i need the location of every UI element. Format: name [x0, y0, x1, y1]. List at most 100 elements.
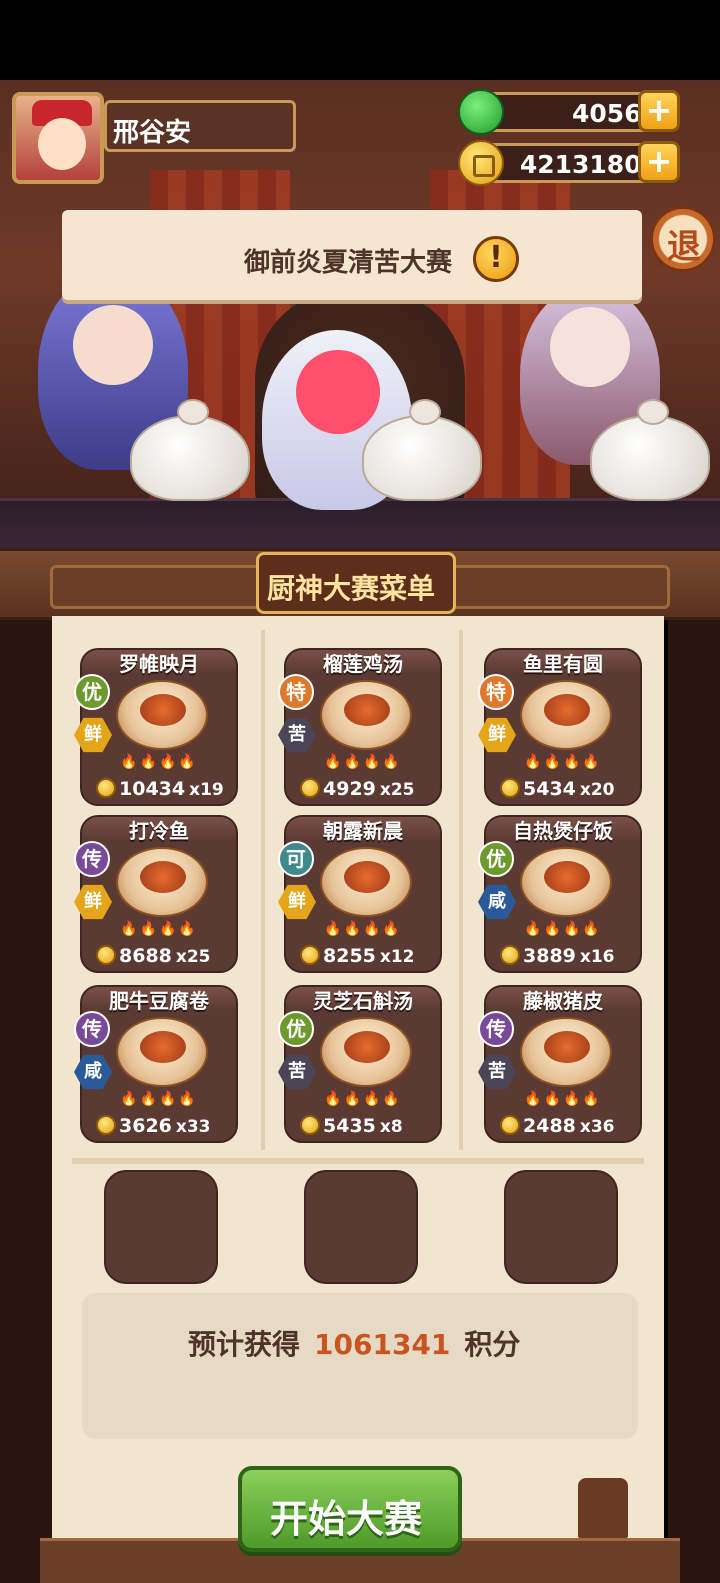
dish-quantity: x12	[379, 947, 415, 967]
coin-icon	[300, 778, 320, 798]
dish-card[interactable]: 自热煲仔饭 🔥🔥🔥🔥 优咸 3889 x16	[478, 815, 642, 973]
grade-badge: 优	[478, 841, 514, 877]
dish-quantity: x16	[579, 947, 615, 967]
character-head	[73, 305, 153, 385]
heat-icons: 🔥🔥🔥🔥	[524, 921, 602, 937]
player-name-box: 邢谷安	[104, 100, 296, 152]
grade-badge: 特	[278, 674, 314, 710]
dish-image	[520, 680, 612, 750]
coin-icon	[300, 1115, 320, 1135]
column-divider	[459, 630, 463, 1150]
dish-quantity: x20	[579, 780, 615, 800]
dish-price: 5435	[323, 1115, 376, 1137]
dish-image	[116, 1017, 208, 1087]
taste-badge: 苦	[278, 1054, 316, 1090]
heat-icons: 🔥🔥🔥🔥	[324, 1091, 402, 1107]
dish-name: 肥牛豆腐卷	[109, 989, 209, 1013]
grade-badge: 传	[74, 841, 110, 877]
dish-quantity: x8	[379, 1117, 403, 1137]
estimate-line: 预计获得 1061341 积分	[188, 1323, 520, 1363]
dish-card[interactable]: 肥牛豆腐卷 🔥🔥🔥🔥 传咸 3626 x33	[74, 985, 238, 1143]
start-contest-label: 开始大赛	[270, 1497, 423, 1541]
dish-quantity: x33	[175, 1117, 211, 1137]
dish-price: 2488	[523, 1115, 576, 1137]
dish-quantity: x36	[579, 1117, 615, 1137]
dish-price-row: 4929 x25	[300, 778, 415, 800]
dish-price-row: 8255 x12	[300, 945, 415, 967]
dish-image	[520, 1017, 612, 1087]
dish-card[interactable]: 灵芝石斛汤 🔥🔥🔥🔥 优苦 5435 x8	[278, 985, 442, 1143]
character-head	[296, 350, 380, 434]
menu-title-plate: 厨神大赛菜单	[256, 552, 456, 614]
coin-icon	[500, 778, 520, 798]
teapot	[590, 399, 710, 501]
dish-card[interactable]: 打冷鱼 🔥🔥🔥🔥 传鲜 8688 x25	[74, 815, 238, 973]
taste-badge: 咸	[478, 884, 516, 920]
knife-block-decoration	[578, 1478, 628, 1538]
coin-icon	[500, 1115, 520, 1135]
event-info-button[interactable]: !	[473, 236, 519, 282]
taste-badge: 鲜	[278, 884, 316, 920]
add-coins-button[interactable]: +	[638, 141, 680, 183]
dish-price-row: 8688 x25	[96, 945, 211, 967]
grade-badge: 优	[278, 1011, 314, 1047]
dish-name: 打冷鱼	[129, 819, 189, 843]
exit-button[interactable]: 退	[650, 206, 716, 272]
dish-price-row: 2488 x36	[500, 1115, 615, 1137]
add-gems-button[interactable]: +	[638, 90, 680, 132]
dish-card[interactable]: 鱼里有圆 🔥🔥🔥🔥 特鲜 5434 x20	[478, 648, 642, 806]
dish-price: 5434	[523, 778, 576, 800]
right-wall	[668, 620, 720, 1583]
coin-icon	[300, 945, 320, 965]
dish-image	[116, 680, 208, 750]
player-name: 邢谷安	[113, 118, 192, 148]
dish-price: 3889	[523, 945, 576, 967]
dish-card[interactable]: 藤椒猪皮 🔥🔥🔥🔥 传苦 2488 x36	[478, 985, 642, 1143]
heat-icons: 🔥🔥🔥🔥	[524, 1091, 602, 1107]
dish-quantity: x25	[175, 947, 211, 967]
grade-badge: 可	[278, 841, 314, 877]
dish-name: 藤椒猪皮	[523, 989, 603, 1013]
selected-dish-slot-1[interactable]	[104, 1170, 218, 1284]
grade-badge: 传	[74, 1011, 110, 1047]
start-contest-button[interactable]: 开始大赛	[238, 1466, 462, 1552]
dish-price-row: 3889 x16	[500, 945, 615, 967]
event-title: 御前炎夏清苦大赛	[244, 248, 453, 278]
grade-badge: 特	[478, 674, 514, 710]
dish-card[interactable]: 罗帷映月 🔥🔥🔥🔥 优鲜 10434 x19	[74, 648, 238, 806]
coin-icon	[96, 778, 116, 798]
estimate-panel: 预计获得 1061341 积分	[82, 1293, 638, 1439]
column-divider	[261, 630, 265, 1150]
taste-badge: 鲜	[478, 717, 516, 753]
player-avatar[interactable]	[12, 92, 104, 184]
heat-icons: 🔥🔥🔥🔥	[120, 1091, 198, 1107]
row-divider	[72, 1158, 644, 1164]
dish-price-row: 10434 x19	[96, 778, 224, 800]
dish-price-row: 3626 x33	[96, 1115, 211, 1137]
teapot	[130, 399, 250, 501]
heat-icons: 🔥🔥🔥🔥	[324, 754, 402, 770]
grade-badge: 传	[478, 1011, 514, 1047]
dish-image	[320, 1017, 412, 1087]
coin-icon	[500, 945, 520, 965]
estimate-value: 1061341	[314, 1328, 451, 1361]
selected-dish-slot-3[interactable]	[504, 1170, 618, 1284]
dish-name: 鱼里有圆	[523, 652, 603, 676]
status-bar-area	[0, 0, 720, 80]
dish-name: 罗帷映月	[119, 652, 199, 676]
grade-badge: 优	[74, 674, 110, 710]
menu-title: 厨神大赛菜单	[267, 572, 436, 605]
dish-price: 8688	[119, 945, 172, 967]
exit-label: 退	[667, 227, 701, 267]
dish-card[interactable]: 朝露新晨 🔥🔥🔥🔥 可鲜 8255 x12	[278, 815, 442, 973]
dish-image	[116, 847, 208, 917]
dish-card[interactable]: 榴莲鸡汤 🔥🔥🔥🔥 特苦 4929 x25	[278, 648, 442, 806]
dish-price: 10434	[119, 778, 186, 800]
dish-price-row: 5435 x8	[300, 1115, 403, 1137]
dish-quantity: x19	[189, 780, 224, 800]
avatar-face	[38, 118, 86, 170]
heat-icons: 🔥🔥🔥🔥	[524, 754, 602, 770]
selected-dish-slot-2[interactable]	[304, 1170, 418, 1284]
taste-badge: 咸	[74, 1054, 112, 1090]
heat-icons: 🔥🔥🔥🔥	[324, 921, 402, 937]
